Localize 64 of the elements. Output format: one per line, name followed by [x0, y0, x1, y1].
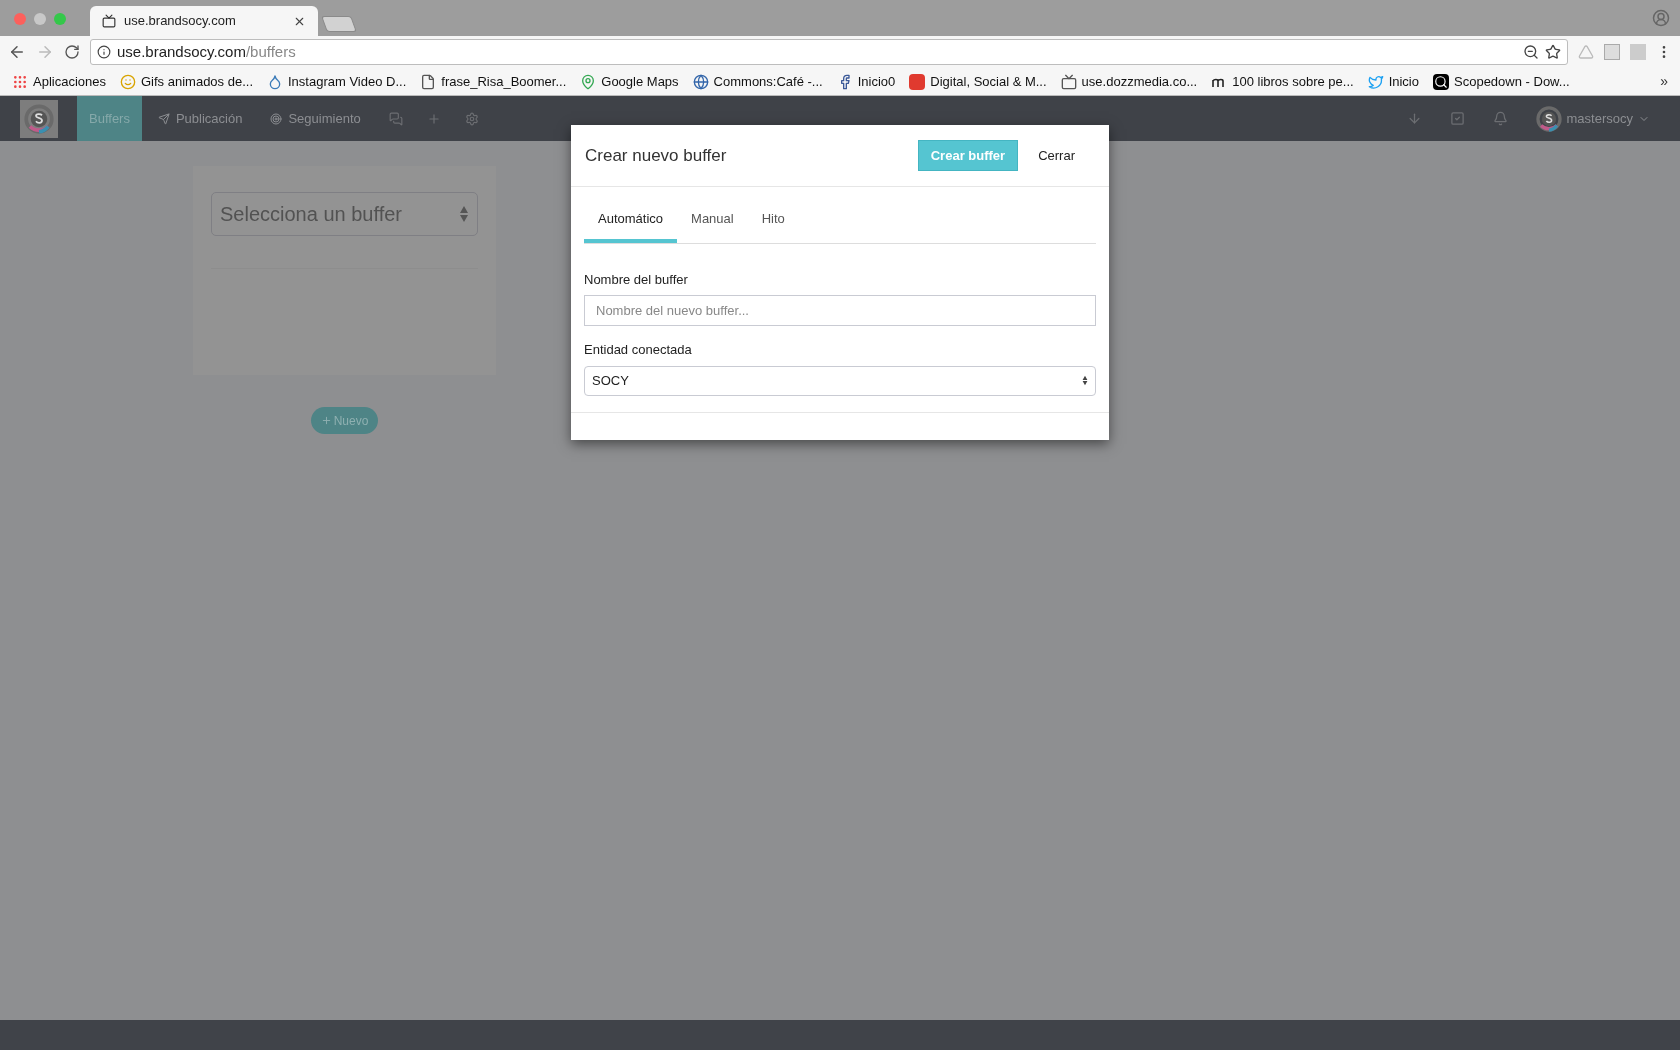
select-arrows-icon [459, 205, 469, 223]
more-bookmarks[interactable]: » [1660, 71, 1668, 92]
bird-icon [1367, 73, 1384, 90]
magnifier-icon [1433, 73, 1449, 90]
bookmark-item[interactable]: Google Maps [580, 71, 679, 92]
bookmark-item[interactable]: Aplicaciones [12, 71, 106, 92]
droplet-icon [267, 73, 283, 90]
bookmark-item[interactable]: use.dozzmedia.co... [1060, 71, 1198, 92]
forward-icon[interactable] [36, 43, 54, 61]
address-bar[interactable]: use.brandsocy.com/buffers [90, 39, 1568, 65]
browser-tab[interactable]: use.brandsocy.com [90, 6, 318, 36]
field-label: Nombre del buffer [584, 270, 689, 289]
tv-icon [102, 14, 116, 28]
reload-icon[interactable] [64, 44, 80, 60]
map-pin-icon [580, 73, 597, 90]
target-icon [270, 112, 283, 125]
close-window-icon[interactable] [14, 13, 26, 25]
drive-icon[interactable] [1578, 44, 1594, 60]
plus-icon [320, 415, 332, 426]
modal-tab[interactable]: Automático [584, 207, 678, 243]
bookmark-item[interactable]: Digital, Social & M... [909, 71, 1047, 92]
select-arrows-icon [1082, 375, 1088, 386]
zoom-icon[interactable] [1523, 44, 1539, 60]
app-logo[interactable] [20, 99, 58, 138]
notifications-icon[interactable] [1492, 111, 1508, 126]
info-icon[interactable] [97, 45, 111, 59]
avatar-icon [1535, 105, 1562, 132]
modal-tab[interactable]: Hito [747, 207, 799, 243]
site-logo-icon [909, 73, 926, 90]
modal-tab[interactable]: Manual [677, 207, 748, 243]
entity-select[interactable]: SOCY [584, 365, 1096, 396]
checkbox-icon[interactable] [1449, 111, 1465, 126]
bookmark-item[interactable]: Commons:Café -... [692, 71, 823, 92]
bookmark-item[interactable]: Gifs animados de... [120, 71, 253, 92]
close-button[interactable]: Cerrar [1018, 140, 1095, 171]
back-icon[interactable] [8, 43, 26, 61]
plus-icon[interactable] [426, 111, 441, 126]
bookmark-item[interactable]: Instagram Video D... [267, 71, 407, 92]
bookmark-item[interactable]: 100 libros sobre pe... [1211, 71, 1354, 92]
profile-icon[interactable] [1652, 9, 1670, 27]
url-text: use.brandsocy.com/buffers [117, 41, 296, 62]
globe-icon [692, 73, 709, 90]
apps-grid-icon [12, 73, 28, 90]
tab-title: use.brandsocy.com [124, 12, 237, 31]
download-icon[interactable] [1406, 111, 1422, 126]
bookmark-item[interactable]: frase_Risa_Boomer... [420, 71, 567, 92]
rocket-icon [157, 112, 170, 125]
chat-icon[interactable] [388, 111, 403, 126]
minimize-window-icon[interactable] [34, 13, 46, 25]
bookmark-star-icon[interactable] [1545, 44, 1561, 60]
extension-icon[interactable] [1604, 44, 1620, 60]
page-icon [420, 73, 437, 90]
buffer-name-field[interactable]: Nombre del nuevo buffer... [584, 295, 1096, 326]
bookmark-item[interactable]: Inicio0 [836, 71, 896, 92]
settings-icon[interactable] [464, 111, 479, 126]
logo-icon [24, 103, 54, 134]
field-label: Entidad conectada [584, 341, 693, 359]
bookmark-item[interactable]: Scopedown - Dow... [1433, 71, 1570, 92]
zoom-window-icon[interactable] [54, 13, 66, 25]
smiley-icon [120, 73, 136, 90]
new-tab-button[interactable] [321, 16, 357, 32]
modal-title: Crear nuevo buffer [585, 144, 728, 167]
tv-icon [1060, 73, 1077, 90]
bookmark-item[interactable]: Inicio [1367, 71, 1419, 92]
